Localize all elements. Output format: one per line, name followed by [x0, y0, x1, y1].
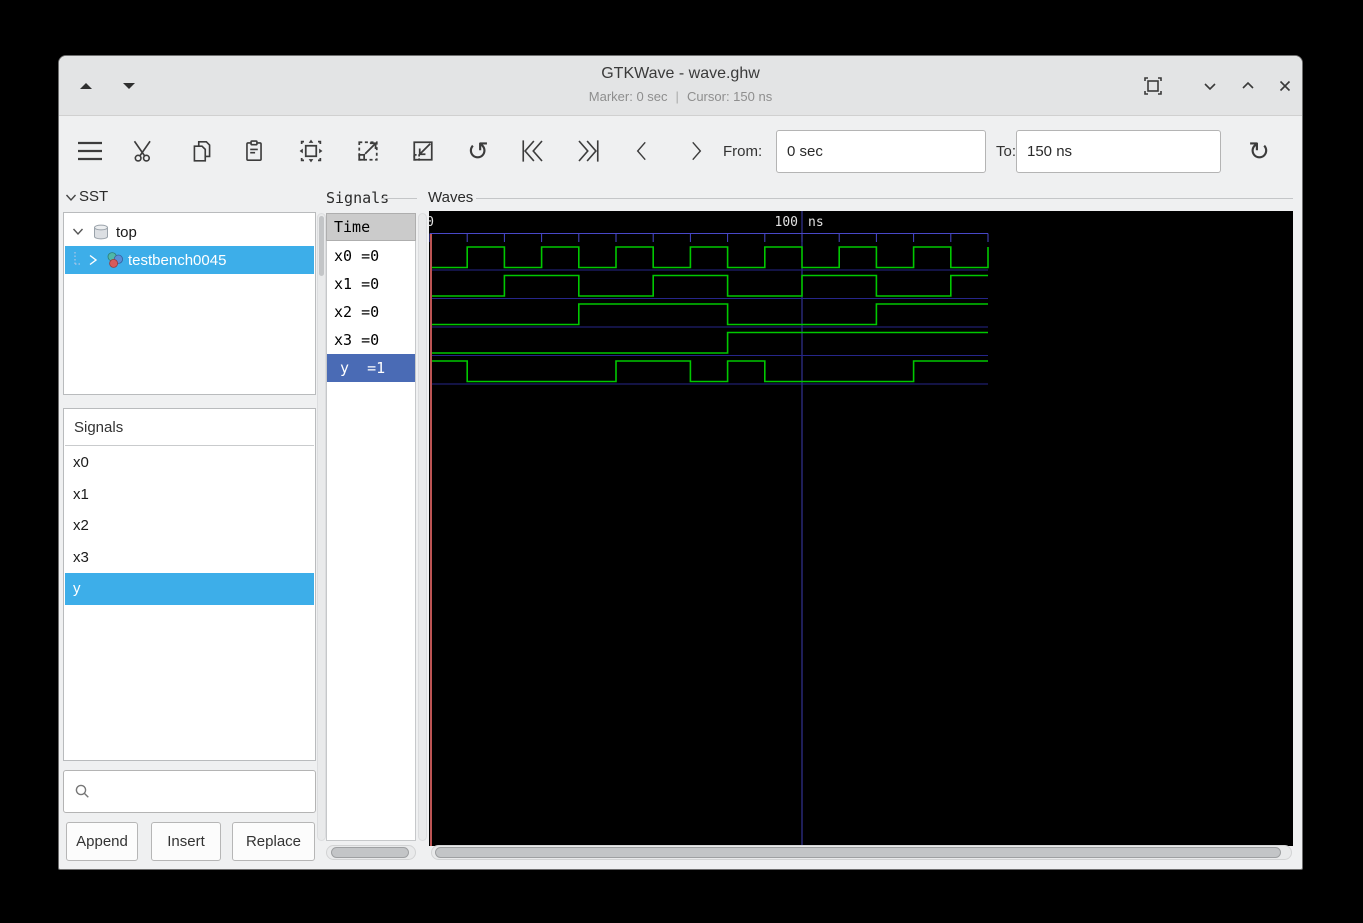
- signal-search[interactable]: [63, 770, 316, 813]
- chevron-right-icon: [692, 141, 702, 161]
- keep-above-icon: [1144, 77, 1162, 95]
- timeline-label-100: 100: [775, 215, 798, 230]
- signals-frame-label: Signals: [326, 189, 390, 207]
- undo-button[interactable]: ↺: [457, 130, 499, 172]
- append-button[interactable]: Append: [66, 822, 138, 861]
- signal-list-item-x1[interactable]: x1: [65, 479, 314, 511]
- expander-down-icon[interactable]: [72, 227, 84, 237]
- paste-clipboard-icon: [246, 140, 262, 162]
- replace-button[interactable]: Replace: [232, 822, 315, 861]
- sst-expander-icon[interactable]: [65, 193, 77, 203]
- signals-hscroll-thumb[interactable]: [331, 847, 409, 858]
- signal-value-row-x0[interactable]: x0 =0: [327, 242, 415, 270]
- step-left-button[interactable]: [621, 130, 663, 172]
- expander-right-icon[interactable]: [88, 254, 99, 266]
- cursor-status: Cursor: 150 ns: [686, 89, 773, 104]
- marker-status: Marker: 0 sec: [588, 89, 668, 104]
- reload-button[interactable]: ↻: [1238, 130, 1280, 172]
- from-input[interactable]: [776, 130, 986, 173]
- titlebar[interactable]: GTKWave - wave.ghw Marker: 0 sec | Cursor:…: [59, 56, 1302, 116]
- menu-button[interactable]: [69, 130, 111, 172]
- waves-hscroll-thumb[interactable]: [435, 847, 1281, 858]
- chevron-up-icon: [1242, 81, 1254, 89]
- hamburger-menu-icon: [78, 141, 102, 161]
- module-cylinder-icon: [94, 224, 108, 240]
- copy-button[interactable]: [181, 130, 223, 172]
- signal-value-row-x3[interactable]: x3 =0: [327, 326, 415, 354]
- signal-list-item-x0[interactable]: x0: [65, 447, 314, 479]
- to-label: To:: [996, 143, 1017, 160]
- gtkwave-window: GTKWave - wave.ghw Marker: 0 sec | Cursor:…: [58, 55, 1303, 870]
- skip-to-start-button[interactable]: [511, 130, 553, 172]
- timeline-unit-ns: ns: [808, 215, 824, 230]
- tree-guide-dots: [74, 252, 81, 265]
- insert-button[interactable]: Insert: [151, 822, 221, 861]
- timeline-label-0: 0: [429, 215, 434, 230]
- from-label: From:: [723, 143, 763, 160]
- search-icon: [75, 784, 89, 798]
- skip-to-end-icon: [578, 140, 599, 162]
- close-icon: [1279, 80, 1291, 92]
- window-title: GTKWave - wave.ghw: [601, 65, 760, 82]
- signal-list-item-x2[interactable]: x2: [65, 510, 314, 542]
- sst-tree: top testbench0045: [63, 212, 316, 395]
- waves-hscrollbar[interactable]: [431, 845, 1292, 860]
- toolbar: ↺ From: To: ↻: [59, 117, 1302, 186]
- tree-label-top[interactable]: top: [116, 224, 137, 241]
- zoom-fit-icon: [299, 139, 323, 163]
- status-separator: |: [675, 89, 679, 104]
- signal-browser-header[interactable]: Signals: [65, 410, 314, 446]
- chevron-down-icon: [1204, 83, 1216, 91]
- tree-row-testbench[interactable]: testbench0045: [65, 246, 314, 274]
- to-input[interactable]: [1016, 130, 1221, 173]
- cut-button[interactable]: [123, 130, 165, 172]
- tree-row-top[interactable]: top: [65, 218, 314, 246]
- hierarchy-spheres-icon: [107, 252, 123, 268]
- signal-list-item-x3[interactable]: x3: [65, 542, 314, 574]
- signal-value-row-x2[interactable]: x2 =0: [327, 298, 415, 326]
- tree-label-testbench[interactable]: testbench0045: [128, 252, 226, 269]
- waves-frame-line: [476, 198, 1293, 199]
- signal-value-row-x1[interactable]: x1 =0: [327, 270, 415, 298]
- close-button[interactable]: [1270, 71, 1300, 101]
- wave-canvas[interactable]: 0 100 ns: [426, 211, 1293, 846]
- vertical-scrollbar-left[interactable]: [317, 213, 326, 841]
- pane-splitter[interactable]: [418, 213, 427, 841]
- undo-icon: ↺: [467, 136, 489, 166]
- zoom-in-icon: [413, 141, 433, 161]
- zoom-out-button[interactable]: [347, 130, 389, 172]
- zoom-out-icon: [358, 141, 378, 161]
- signal-list-item-y[interactable]: y: [65, 573, 314, 605]
- waveform-plot: 0 100 ns: [426, 211, 989, 846]
- scissors-icon: [133, 140, 151, 162]
- trace-x0[interactable]: [430, 246, 989, 269]
- trace-x1[interactable]: [430, 274, 988, 297]
- trace-y[interactable]: [430, 360, 988, 383]
- step-right-button[interactable]: [675, 130, 717, 172]
- minimize-button[interactable]: [1195, 71, 1225, 101]
- vertical-scrollbar-thumb[interactable]: [319, 216, 324, 276]
- search-input[interactable]: [91, 771, 315, 812]
- signal-value-row-y[interactable]: y =1: [327, 354, 415, 382]
- copy-icon: [193, 140, 211, 162]
- reload-icon: ↻: [1248, 136, 1270, 166]
- signals-frame-line: [381, 198, 417, 199]
- skip-to-end-button[interactable]: [568, 130, 610, 172]
- zoom-in-button[interactable]: [402, 130, 444, 172]
- skip-to-start-icon: [522, 140, 543, 162]
- zoom-fit-button[interactable]: [290, 130, 332, 172]
- trace-x3[interactable]: [430, 331, 988, 354]
- trace-x2[interactable]: [430, 303, 988, 326]
- paste-button[interactable]: [233, 130, 275, 172]
- keep-above-button[interactable]: [1138, 71, 1168, 101]
- waves-frame-label: Waves: [428, 189, 474, 206]
- maximize-button[interactable]: [1233, 71, 1263, 101]
- chevron-left-icon: [636, 141, 646, 161]
- sst-frame-label: SST: [79, 188, 109, 205]
- time-header[interactable]: Time: [326, 213, 416, 241]
- desktop-background: GTKWave - wave.ghw Marker: 0 sec | Cursor:…: [0, 0, 1363, 923]
- signals-hscrollbar[interactable]: [326, 845, 416, 860]
- status-line: Marker: 0 sec | Cursor: 150 ns: [59, 89, 1302, 104]
- signal-browser: Signals x0 x1 x2 x3 y: [63, 408, 316, 761]
